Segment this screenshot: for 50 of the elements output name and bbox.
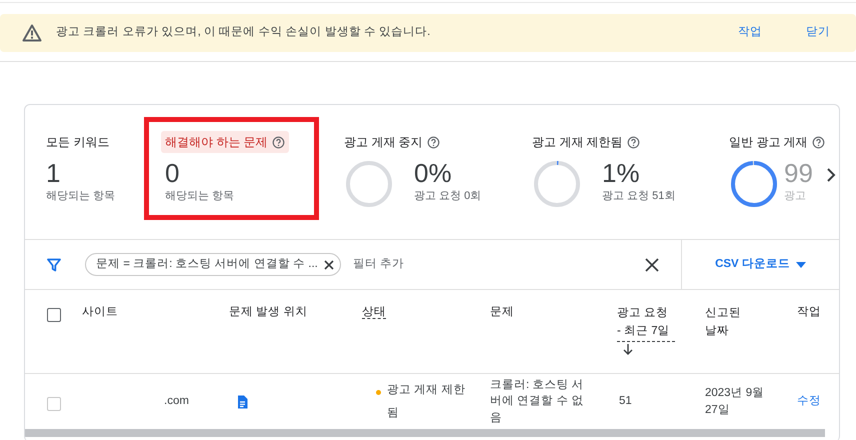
metric-caption: 해당되는 항목 xyxy=(165,188,236,204)
metric-value: 0% xyxy=(414,159,453,188)
column-header: 사이트 xyxy=(82,306,118,318)
alert-message: 광고 크롤러 오류가 있으며, 이 때문에 수익 손실이 발생할 수 있습니다. xyxy=(56,25,432,40)
metric-label[interactable]: 일반 광고 게재 xyxy=(725,131,829,153)
metric-value: 1 xyxy=(46,159,62,188)
metric-caption: 광고 요청 0회 xyxy=(414,188,482,204)
metric-caption: 광고 xyxy=(784,188,807,204)
row-checkbox[interactable] xyxy=(47,396,61,410)
column-header: 문제 발생 위치 xyxy=(229,306,308,318)
help-icon[interactable] xyxy=(626,136,640,148)
document-icon[interactable] xyxy=(237,394,248,408)
metric-caption: 해당되는 항목 xyxy=(46,188,116,204)
metric-label[interactable]: 해결해야 하는 문제 xyxy=(161,131,289,153)
help-icon[interactable] xyxy=(426,136,440,148)
edit-link[interactable]: 수정 xyxy=(797,392,821,410)
filter-icon[interactable] xyxy=(47,258,61,272)
select-all-checkbox[interactable] xyxy=(47,308,61,322)
warning-icon xyxy=(22,24,42,42)
column-header: 작업 xyxy=(797,306,821,318)
column-header: 신고된 날짜 xyxy=(705,306,742,340)
alert-link[interactable]: 닫기 xyxy=(802,24,834,42)
help-icon[interactable] xyxy=(272,136,285,148)
column-header[interactable]: 광고 요청 - 최근 7일 xyxy=(617,304,675,342)
table-cell-text: 51 xyxy=(619,394,632,409)
scrollbar[interactable] xyxy=(25,429,825,437)
table-cell-text: 크롤러: 호스팅 서버에 연결할 수 없음 xyxy=(490,378,585,426)
filter-chip[interactable]: 문제 = 크롤러: 호스팅 서버에 연결할 수 ... xyxy=(85,252,341,276)
metric-value: 1% xyxy=(602,159,641,188)
alert-link[interactable]: 작업 xyxy=(734,24,766,42)
clear-button[interactable] xyxy=(645,258,659,272)
metric-label[interactable]: 광고 게재 제한됨 xyxy=(528,131,644,153)
donut-chart xyxy=(729,159,779,209)
donut-chart xyxy=(532,159,582,209)
metric-caption: 광고 요청 51회 xyxy=(602,188,676,204)
donut-chart xyxy=(344,159,394,209)
status-text: 광고 게재 제한됨 xyxy=(387,382,466,420)
metric-label[interactable]: 모든 키워드 xyxy=(42,131,114,153)
table-cell-text: 2023년 9월 27일 xyxy=(705,386,765,418)
table-cell-text: .com xyxy=(164,394,189,409)
metric-value: 99 xyxy=(784,159,814,188)
close-icon[interactable] xyxy=(324,260,334,270)
column-header[interactable]: 상태 xyxy=(362,306,386,319)
caret-icon xyxy=(796,262,806,268)
next-arrow-icon[interactable] xyxy=(826,167,836,183)
metric-value: 0 xyxy=(165,159,180,188)
sort-arrow-icon[interactable] xyxy=(623,344,633,356)
column-header: 문제 xyxy=(490,306,514,318)
help-icon[interactable] xyxy=(812,136,825,148)
metric-label[interactable]: 광고 게재 중지 xyxy=(340,131,444,153)
